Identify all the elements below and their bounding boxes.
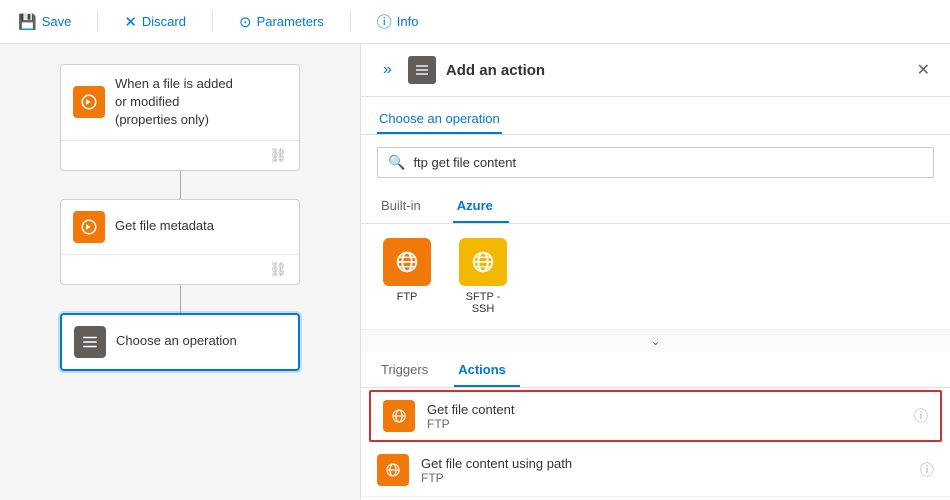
panel-nav: Choose an operation bbox=[361, 97, 950, 135]
get-file-content-path-name: Get file content using path bbox=[421, 456, 908, 471]
trigger-node-icon bbox=[73, 86, 105, 118]
get-file-content-info-btn[interactable]: ⓘ bbox=[914, 406, 928, 426]
connectors-grid: FTP SFTP - SSH bbox=[361, 224, 950, 330]
connector-2 bbox=[180, 285, 181, 313]
choose-operation-node[interactable]: Choose an operation bbox=[60, 313, 300, 371]
main-area: When a file is addedor modified(properti… bbox=[0, 44, 950, 500]
panel-title-icon bbox=[408, 56, 436, 84]
divider-3 bbox=[350, 12, 351, 32]
expand-row[interactable]: ⌄ bbox=[361, 330, 950, 352]
get-file-content-icon bbox=[383, 400, 415, 432]
ftp-label: FTP bbox=[397, 291, 418, 303]
search-container: 🔍 bbox=[361, 135, 950, 190]
sftp-label: SFTP - SSH bbox=[453, 291, 513, 315]
search-input[interactable] bbox=[413, 155, 923, 170]
metadata-node-icon bbox=[73, 211, 105, 243]
get-file-content-path-info: Get file content using path FTP bbox=[421, 456, 908, 485]
trigger-node-header: When a file is addedor modified(properti… bbox=[61, 65, 299, 140]
trigger-node-footer: ⛓ bbox=[61, 140, 299, 170]
sftp-icon-svg bbox=[469, 248, 497, 276]
divider-2 bbox=[212, 12, 213, 32]
connector-tabs: Built-in Azure bbox=[361, 190, 950, 224]
toolbar: 💾 Save ✕ Discard ⊙ Parameters ⓘ Info bbox=[0, 0, 950, 44]
metadata-link-icon: ⛓ bbox=[269, 261, 287, 278]
discard-icon: ✕ bbox=[124, 13, 137, 31]
connector-1 bbox=[180, 171, 181, 199]
get-file-content-name: Get file content bbox=[427, 402, 902, 417]
tab-azure[interactable]: Azure bbox=[453, 190, 509, 223]
collapse-button[interactable]: » bbox=[377, 59, 398, 81]
metadata-icon-svg bbox=[80, 218, 98, 236]
flow-canvas: When a file is addedor modified(properti… bbox=[0, 44, 360, 500]
ftp-icon-svg bbox=[393, 248, 421, 276]
save-button[interactable]: 💾 Save bbox=[12, 9, 77, 35]
tab-triggers[interactable]: Triggers bbox=[377, 352, 442, 387]
choose-operation-nav[interactable]: Choose an operation bbox=[377, 105, 502, 134]
get-file-content-path-sub: FTP bbox=[421, 471, 908, 485]
actions-list: Get file content FTP ⓘ Get file content … bbox=[361, 388, 950, 500]
panel-close-button[interactable]: ✕ bbox=[913, 56, 934, 84]
info-icon: ⓘ bbox=[377, 11, 392, 32]
info-button[interactable]: ⓘ Info bbox=[371, 7, 425, 36]
tab-builtin[interactable]: Built-in bbox=[377, 190, 437, 223]
panel-header: » Add an action ✕ bbox=[361, 44, 950, 97]
add-action-icon-svg bbox=[414, 62, 430, 78]
search-box[interactable]: 🔍 bbox=[377, 147, 934, 178]
sftp-connector[interactable]: SFTP - SSH bbox=[453, 238, 513, 315]
save-icon: 💾 bbox=[18, 13, 37, 31]
actions-tabs: Triggers Actions bbox=[361, 352, 950, 388]
action-item-get-file-content[interactable]: Get file content FTP ⓘ bbox=[369, 390, 942, 442]
get-file-content-path-svg bbox=[384, 461, 402, 479]
panel-title: Add an action bbox=[446, 62, 903, 79]
parameters-button[interactable]: ⊙ Parameters bbox=[233, 9, 330, 35]
get-file-content-info: Get file content FTP bbox=[427, 402, 902, 431]
get-file-content-sub: FTP bbox=[427, 417, 902, 431]
tab-actions[interactable]: Actions bbox=[454, 352, 520, 387]
get-file-content-svg bbox=[390, 407, 408, 425]
trigger-node[interactable]: When a file is addedor modified(properti… bbox=[60, 64, 300, 171]
choose-node-icon bbox=[74, 326, 106, 358]
get-file-content-path-icon bbox=[377, 454, 409, 486]
ftp-connector[interactable]: FTP bbox=[377, 238, 437, 315]
choose-node-label: Choose an operation bbox=[116, 332, 237, 350]
parameters-icon: ⊙ bbox=[239, 13, 252, 31]
right-panel: » Add an action ✕ Choose an operation 🔍 bbox=[360, 44, 950, 500]
sftp-connector-icon bbox=[459, 238, 507, 286]
discard-button[interactable]: ✕ Discard bbox=[118, 9, 192, 35]
action-item-get-file-content-path[interactable]: Get file content using path FTP ⓘ bbox=[361, 444, 950, 497]
trigger-node-label: When a file is addedor modified(properti… bbox=[115, 75, 233, 130]
choose-node-header: Choose an operation bbox=[62, 315, 298, 369]
metadata-node-footer: ⛓ bbox=[61, 254, 299, 284]
trigger-icon-svg bbox=[80, 93, 98, 111]
search-icon: 🔍 bbox=[388, 154, 405, 171]
link-icon: ⛓ bbox=[269, 147, 287, 164]
ftp-connector-icon bbox=[383, 238, 431, 286]
metadata-node[interactable]: Get file metadata ⛓ bbox=[60, 199, 300, 285]
get-file-content-path-info-btn[interactable]: ⓘ bbox=[920, 460, 934, 480]
metadata-node-label: Get file metadata bbox=[115, 217, 214, 235]
divider-1 bbox=[97, 12, 98, 32]
choose-icon-svg bbox=[81, 333, 99, 351]
metadata-node-header: Get file metadata bbox=[61, 200, 299, 254]
chevron-down-icon: ⌄ bbox=[650, 334, 660, 348]
